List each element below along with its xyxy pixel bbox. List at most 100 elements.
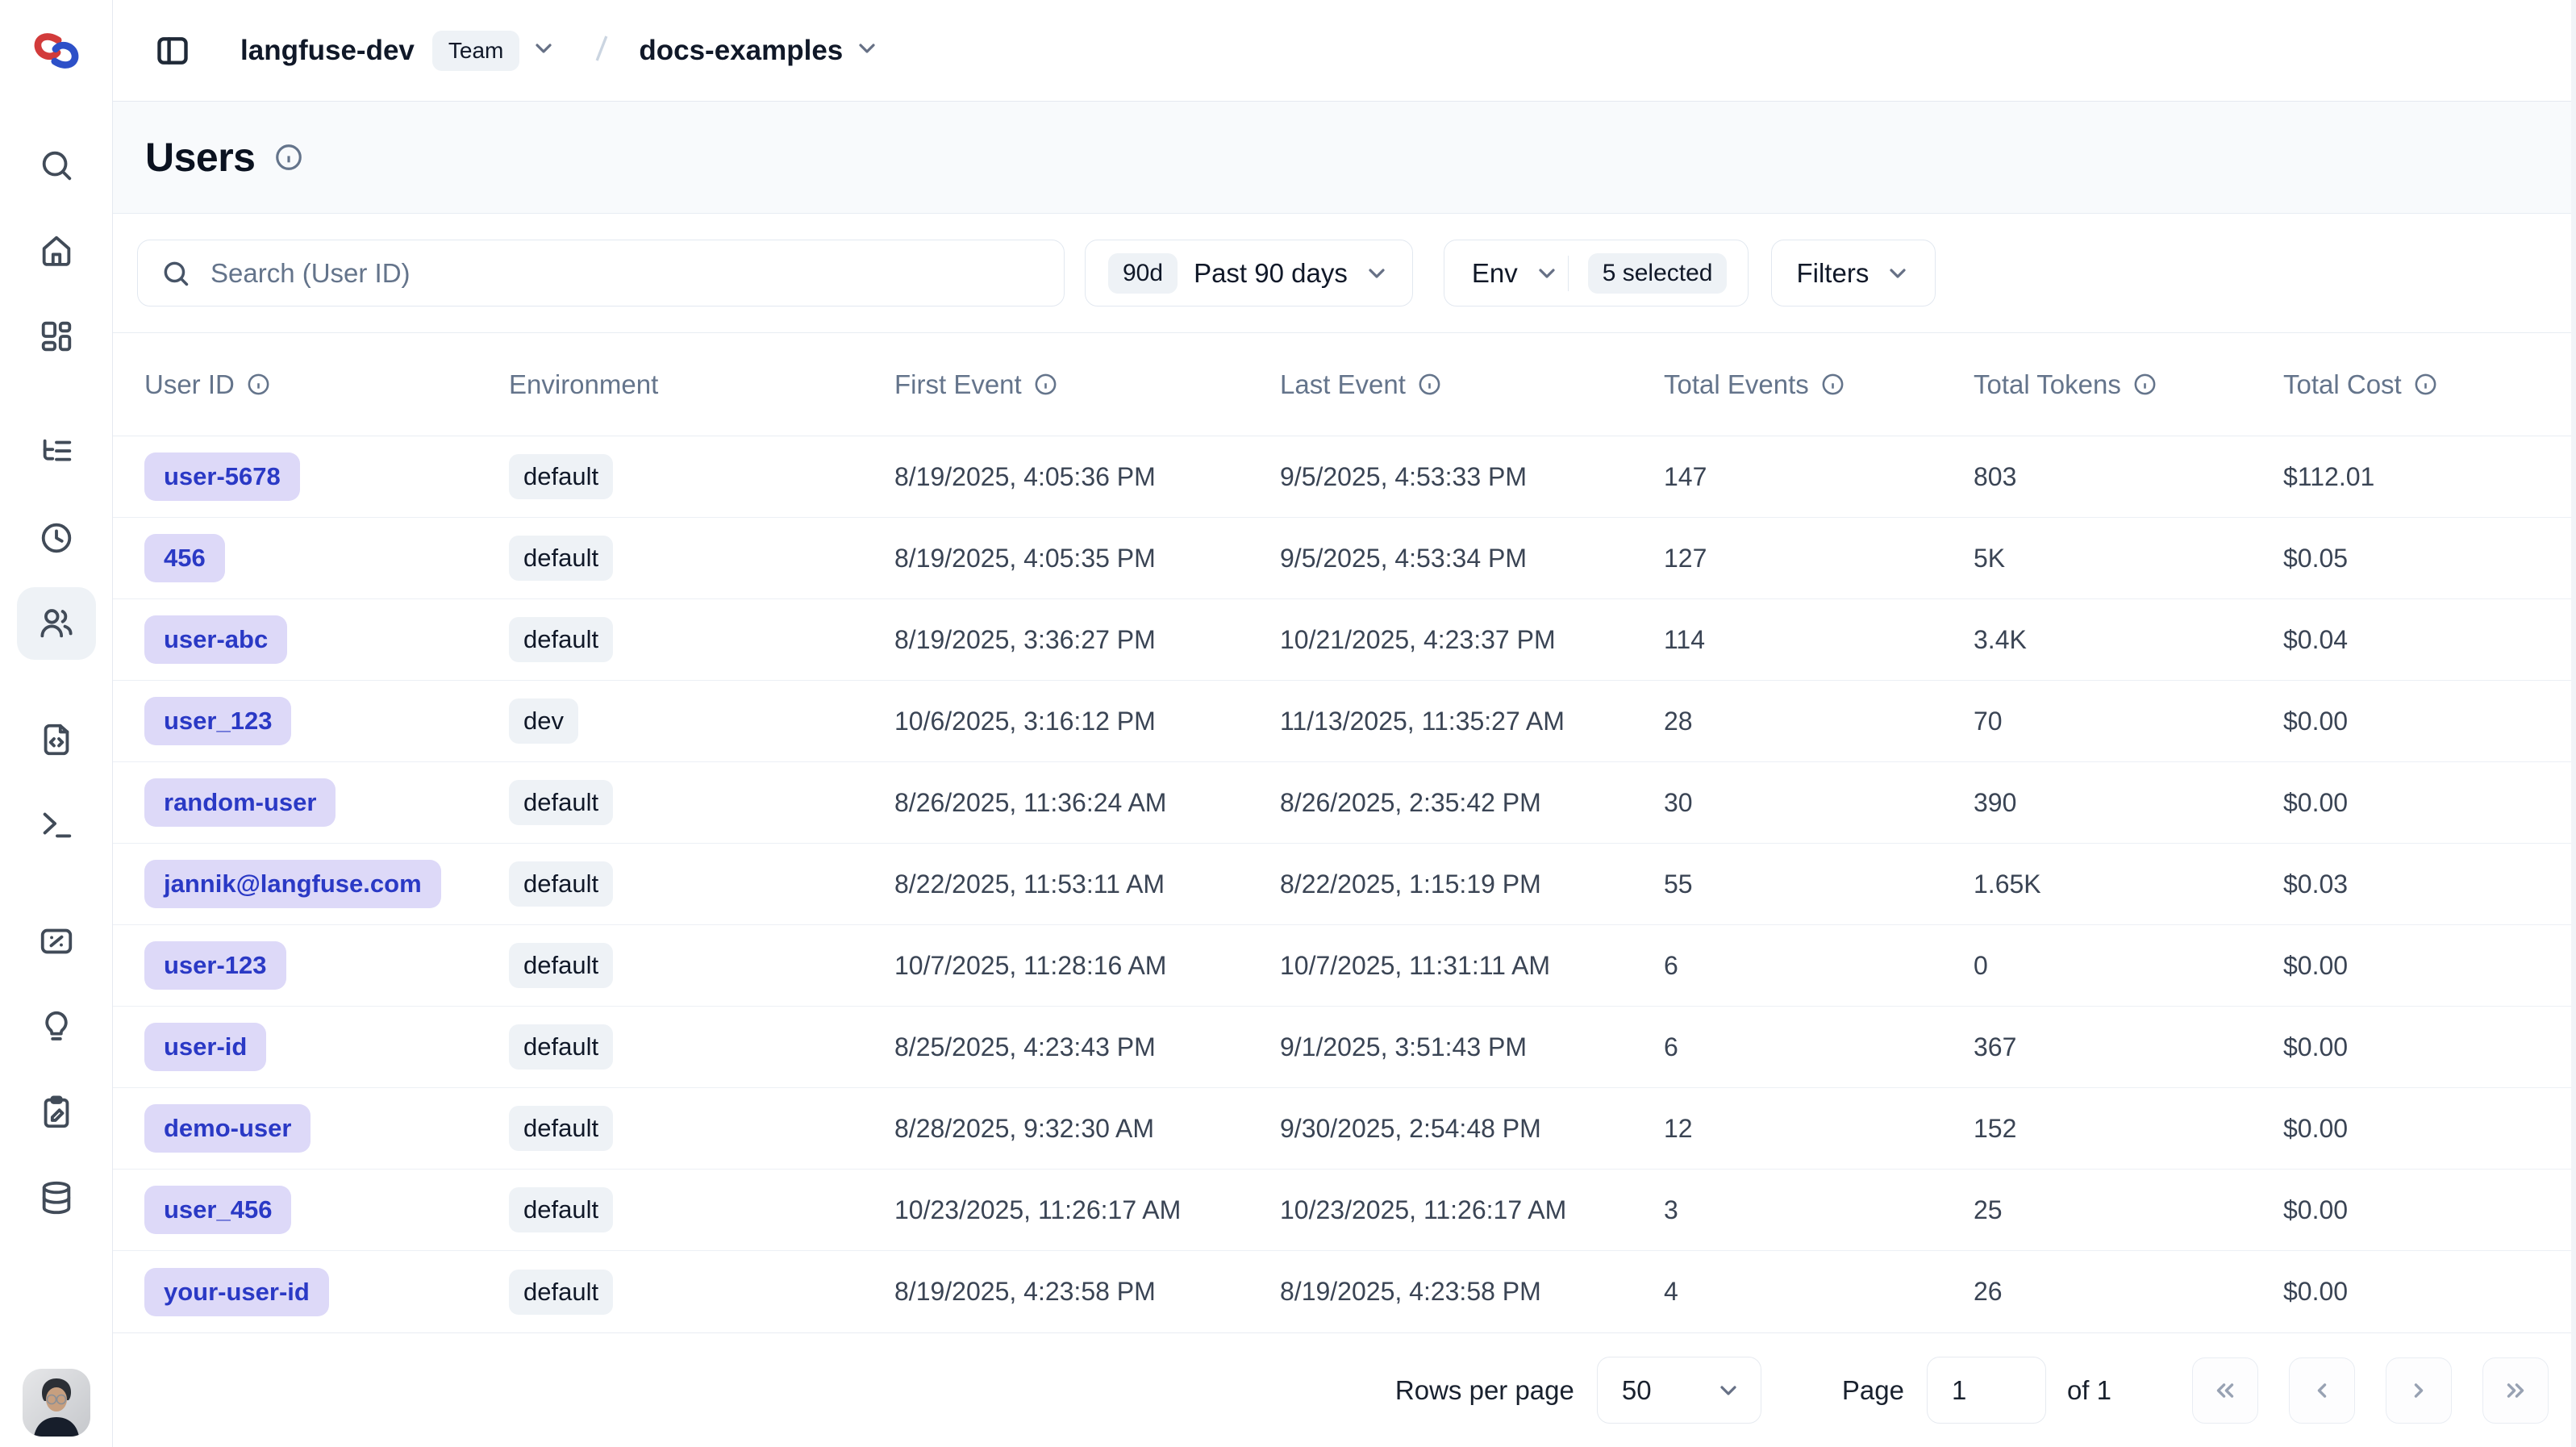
table-footer: Rows per page 50 Page of 1 — [113, 1332, 2571, 1447]
first-event-cell: 8/25/2025, 4:23:43 PM — [894, 1032, 1280, 1062]
page-title: Users — [145, 134, 256, 181]
info-icon[interactable] — [1033, 372, 1058, 397]
project-name[interactable]: docs-examples — [639, 35, 843, 67]
total-events-cell: 114 — [1664, 625, 1974, 655]
table-row[interactable]: user_456 default 10/23/2025, 11:26:17 AM… — [113, 1170, 2571, 1251]
last-event-cell: 10/7/2025, 11:31:11 AM — [1280, 951, 1664, 981]
table-row[interactable]: random-user default 8/26/2025, 11:36:24 … — [113, 762, 2571, 844]
search-icon — [38, 147, 75, 184]
environment-badge: default — [509, 454, 613, 499]
datasets-clipboard-pen-icon — [38, 1094, 75, 1131]
total-events-cell: 55 — [1664, 869, 1974, 899]
info-icon[interactable] — [2132, 372, 2157, 397]
org-name[interactable]: langfuse-dev — [240, 35, 415, 67]
info-icon[interactable] — [246, 372, 271, 397]
column-header-user-id[interactable]: User ID — [144, 369, 509, 400]
environment-badge: default — [509, 617, 613, 662]
org-switcher-button[interactable] — [531, 35, 556, 65]
table-row[interactable]: 456 default 8/19/2025, 4:05:35 PM 9/5/20… — [113, 518, 2571, 599]
first-page-button[interactable] — [2192, 1357, 2258, 1424]
column-header-total-cost[interactable]: Total Cost — [2283, 369, 2571, 400]
column-label: User ID — [144, 369, 235, 400]
chevron-down-icon — [531, 35, 556, 61]
sidebar-item-home[interactable] — [17, 215, 96, 287]
column-header-last-event[interactable]: Last Event — [1280, 369, 1664, 400]
filters-button[interactable]: Filters — [1771, 240, 1936, 306]
user-id-link[interactable]: user_456 — [144, 1186, 291, 1234]
last-event-cell: 11/13/2025, 11:35:27 AM — [1280, 707, 1664, 736]
chevron-right-icon — [2405, 1377, 2432, 1404]
sidebar-item-search[interactable] — [17, 129, 96, 202]
sidebar-toggle-button[interactable] — [150, 28, 195, 73]
total-tokens-cell: 26 — [1974, 1277, 2283, 1307]
sidebar-item-scores[interactable] — [17, 905, 96, 978]
breadcrumb: langfuse-dev Team docs-examples — [240, 30, 880, 71]
info-icon[interactable] — [1417, 372, 1442, 397]
next-page-button[interactable] — [2386, 1357, 2452, 1424]
last-event-cell: 8/22/2025, 1:15:19 PM — [1280, 869, 1664, 899]
chevrons-right-icon — [2502, 1377, 2529, 1404]
column-header-first-event[interactable]: First Event — [894, 369, 1280, 400]
column-label: Last Event — [1280, 369, 1406, 400]
table-row[interactable]: user-123 default 10/7/2025, 11:28:16 AM … — [113, 925, 2571, 1007]
environment-badge: default — [509, 943, 613, 988]
sidebar-item-sessions[interactable] — [17, 502, 96, 574]
last-page-button[interactable] — [2482, 1357, 2549, 1424]
total-tokens-cell: 367 — [1974, 1032, 2283, 1062]
filter-bar: 90d Past 90 days Env 5 selected Filters — [113, 214, 2571, 332]
sidebar-item-datasets[interactable] — [17, 1076, 96, 1149]
user-id-link[interactable]: demo-user — [144, 1104, 311, 1153]
env-filter-label: Env — [1472, 258, 1518, 289]
sidebar-item-dashboards[interactable] — [17, 300, 96, 373]
pagination-controls — [2192, 1357, 2549, 1424]
user-id-link[interactable]: user_123 — [144, 697, 291, 745]
user-id-link[interactable]: random-user — [144, 778, 336, 827]
previous-page-button[interactable] — [2289, 1357, 2355, 1424]
search-input[interactable] — [210, 258, 1041, 289]
user-avatar[interactable] — [23, 1369, 90, 1437]
rows-per-page-select[interactable]: 50 — [1597, 1357, 1761, 1424]
total-tokens-cell: 70 — [1974, 707, 2283, 736]
table-row[interactable]: your-user-id default 8/19/2025, 4:23:58 … — [113, 1251, 2571, 1332]
sidebar-item-playground[interactable] — [17, 789, 96, 861]
table-row[interactable]: user-id default 8/25/2025, 4:23:43 PM 9/… — [113, 1007, 2571, 1088]
column-header-total-tokens[interactable]: Total Tokens — [1974, 369, 2283, 400]
dashboards-grid-icon — [38, 318, 75, 355]
column-header-environment[interactable]: Environment — [509, 369, 894, 400]
first-event-cell: 8/28/2025, 9:32:30 AM — [894, 1114, 1280, 1144]
sidebar-item-users[interactable] — [17, 587, 96, 660]
user-id-link[interactable]: user-id — [144, 1023, 266, 1071]
project-switcher-button[interactable] — [854, 35, 880, 65]
date-range-button[interactable]: 90d Past 90 days — [1085, 240, 1413, 306]
page-header: Users — [113, 102, 2571, 214]
rows-per-page-value: 50 — [1622, 1375, 1652, 1406]
column-header-total-events[interactable]: Total Events — [1664, 369, 1974, 400]
user-id-link[interactable]: your-user-id — [144, 1268, 329, 1316]
info-icon[interactable] — [1820, 372, 1845, 397]
total-events-cell: 12 — [1664, 1114, 1974, 1144]
main-area: langfuse-dev Team docs-examples — [113, 0, 2576, 1447]
user-id-link[interactable]: jannik@langfuse.com — [144, 860, 441, 908]
sidebar-item-tracing[interactable] — [17, 416, 96, 489]
table-row[interactable]: user-abc default 8/19/2025, 3:36:27 PM 1… — [113, 599, 2571, 681]
table-row[interactable]: user-5678 default 8/19/2025, 4:05:36 PM … — [113, 436, 2571, 518]
info-icon[interactable] — [2413, 372, 2438, 397]
langfuse-logo[interactable] — [0, 0, 112, 102]
column-label: Total Tokens — [1974, 369, 2121, 400]
search-box — [137, 240, 1065, 306]
sidebar-item-prompts[interactable] — [17, 703, 96, 776]
table-row[interactable]: demo-user default 8/28/2025, 9:32:30 AM … — [113, 1088, 2571, 1170]
page-number-input[interactable] — [1927, 1357, 2046, 1424]
table-row[interactable]: user_123 dev 10/6/2025, 3:16:12 PM 11/13… — [113, 681, 2571, 762]
total-tokens-cell: 390 — [1974, 788, 2283, 818]
user-id-link[interactable]: user-123 — [144, 941, 286, 990]
sidebar-item-evals[interactable] — [17, 990, 96, 1063]
sidebar-item-exports[interactable] — [17, 1161, 96, 1234]
user-id-link[interactable]: 456 — [144, 534, 225, 582]
page-info-icon[interactable] — [273, 142, 304, 173]
user-id-link[interactable]: user-abc — [144, 615, 287, 664]
user-id-link[interactable]: user-5678 — [144, 452, 300, 501]
environment-filter-button[interactable]: Env 5 selected — [1444, 240, 1749, 306]
table-row[interactable]: jannik@langfuse.com default 8/22/2025, 1… — [113, 844, 2571, 925]
environment-badge: default — [509, 1106, 613, 1151]
